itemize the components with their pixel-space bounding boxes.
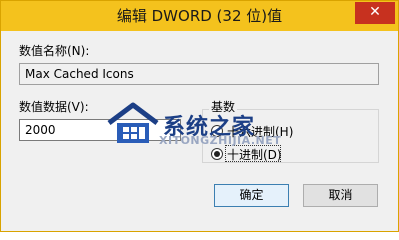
dialog-body: 数值名称(N): Max Cached Icons 数值数据(V): 2000 …: [1, 31, 398, 231]
value-name-label: 数值名称(N):: [19, 44, 90, 58]
ok-button[interactable]: 确定: [214, 184, 289, 207]
cancel-button[interactable]: 取消: [303, 184, 378, 207]
close-button[interactable]: ✕: [355, 2, 395, 24]
watermark: 系统之家 XITONGZHIJIA.NET: [105, 97, 305, 151]
radio-selected-dot: [214, 151, 220, 157]
value-name-field[interactable]: Max Cached Icons: [19, 63, 379, 85]
house-logo-icon: [107, 102, 159, 143]
dword-edit-dialog: 编辑 DWORD (32 位)值 ✕ 数值名称(N): Max Cached I…: [0, 0, 399, 232]
value-data-label: 数值数据(V):: [19, 100, 89, 114]
close-icon: ✕: [369, 4, 381, 20]
dialog-title: 编辑 DWORD (32 位)值: [116, 7, 283, 25]
watermark-url: XITONGZHIJIA.NET: [159, 134, 282, 147]
title-bar[interactable]: 编辑 DWORD (32 位)值 ✕: [1, 1, 398, 31]
